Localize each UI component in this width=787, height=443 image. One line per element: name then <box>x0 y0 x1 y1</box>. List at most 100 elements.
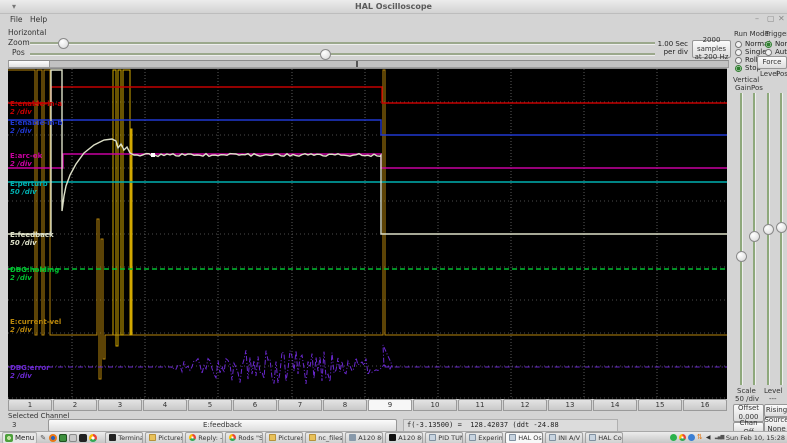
trigger-mode-auto[interactable]: Auto <box>765 48 787 56</box>
zoom-slider-track[interactable] <box>30 42 655 45</box>
channel-name: E:enable-in-a <box>10 100 63 108</box>
taskbar-window-8[interactable]: A120 80... <box>385 431 424 443</box>
channel-name: E:arc-ok <box>10 152 43 160</box>
record-position-handle[interactable] <box>9 61 50 67</box>
trigger-level-slider-handle[interactable] <box>763 224 774 235</box>
record-position-strip[interactable] <box>8 60 729 68</box>
close-button[interactable]: ✕ <box>778 15 785 23</box>
update-icon[interactable] <box>687 434 695 441</box>
taskbar-window-9[interactable]: PID TUNE <box>425 431 464 443</box>
channel-tab-5[interactable]: 5 <box>188 399 232 411</box>
chrome-icon <box>189 434 197 441</box>
channel-tab-10[interactable]: 10 <box>413 399 457 411</box>
taskbar-window-1[interactable]: Terminal <box>105 431 144 443</box>
channel-label-3: E:arc-ok 2 /div <box>10 152 42 168</box>
menu-icon <box>5 433 13 442</box>
trigger-position-tick <box>356 61 358 67</box>
channel-tab-12[interactable]: 12 <box>503 399 547 411</box>
channel-label-8: DBG:error 2 /div <box>10 364 50 380</box>
taskbar-window-3[interactable]: Reply: -... <box>185 431 224 443</box>
chrome-icon[interactable] <box>89 433 98 442</box>
radio-icon <box>765 48 772 56</box>
channel-tab-7[interactable]: 7 <box>278 399 322 411</box>
taskbar-window-11[interactable]: HAL Osc... <box>505 431 544 443</box>
volume-icon[interactable]: ◀ <box>706 434 713 441</box>
radio-icon <box>735 48 742 56</box>
pencil-icon[interactable]: ✎ <box>39 434 47 442</box>
chrome-icon[interactable] <box>678 434 686 441</box>
trigger-force-button[interactable]: Force <box>757 56 787 69</box>
gain-slider-track[interactable] <box>740 93 743 385</box>
taskbar-window-label: Pictures <box>158 433 184 442</box>
taskbar-window-7[interactable]: A120 80... <box>345 431 384 443</box>
vertical-pos-slider-handle[interactable] <box>749 231 760 242</box>
taskbar-window-label: nc_files <box>318 433 343 442</box>
messenger-icon[interactable] <box>669 434 677 441</box>
minimize-button[interactable]: – <box>755 15 759 23</box>
run-mode-title: Run Mode <box>734 30 769 38</box>
channel-tab-8[interactable]: 8 <box>323 399 367 411</box>
window-icon <box>589 434 597 441</box>
taskbar-window-6[interactable]: nc_files <box>305 431 344 443</box>
channel-scale: 50 /div <box>10 188 37 196</box>
channel-tab-16[interactable]: 16 <box>683 399 727 411</box>
pos-slider-handle[interactable] <box>320 49 331 60</box>
channel-label-7: E:current-vel 2 /div <box>10 318 61 334</box>
horizontal-section-label: Horizontal <box>8 28 47 37</box>
menu-file[interactable]: File <box>7 14 26 25</box>
channel-tab-4[interactable]: 4 <box>143 399 187 411</box>
channel-name: E:enable-in-b <box>10 119 63 127</box>
offset-label: Offset <box>737 404 760 413</box>
channel-name: E:feedback <box>10 231 54 239</box>
taskbar-window-label: HAL Co... <box>598 433 622 442</box>
maximize-button[interactable]: ▢ <box>767 15 775 23</box>
channel-tab-6[interactable]: 6 <box>233 399 277 411</box>
channel-tab-2[interactable]: 2 <box>53 399 97 411</box>
channel-tab-1[interactable]: 1 <box>8 399 52 411</box>
zoom-slider-handle[interactable] <box>58 38 69 49</box>
taskbar-window-label: A120 80... <box>358 433 382 442</box>
gain-slider-handle[interactable] <box>736 251 747 262</box>
trigger-pos-slider-track[interactable] <box>780 93 783 385</box>
channel-tab-9[interactable]: 9 <box>368 399 412 411</box>
taskbar-window-2[interactable]: Pictures <box>145 431 184 443</box>
radio-label: Auto <box>775 48 787 56</box>
files-icon[interactable] <box>69 433 78 442</box>
firefox-icon[interactable] <box>49 433 58 442</box>
channel-tab-15[interactable]: 15 <box>638 399 682 411</box>
channel-tab-14[interactable]: 14 <box>593 399 637 411</box>
taskbar-window-label: Pictures <box>278 433 304 442</box>
taskbar-menu-button[interactable]: Menu <box>2 431 38 443</box>
rising-button[interactable]: Rising <box>764 404 787 417</box>
konsole-icon[interactable] <box>79 433 88 442</box>
samples-button[interactable]: 2000 samples at 200 Hz <box>692 36 731 61</box>
sec-per-div-unit: per div <box>663 48 688 56</box>
signal-icon[interactable]: ▂▄▆ <box>715 434 725 441</box>
trigger-level-slider-track[interactable] <box>767 93 770 385</box>
green-terminal-icon[interactable] <box>59 433 68 442</box>
level-label: Level <box>764 387 783 395</box>
menu-help[interactable]: Help <box>27 14 50 25</box>
taskbar-window-12[interactable]: INI A/V <box>545 431 584 443</box>
taskbar-window-5[interactable]: Pictures <box>265 431 304 443</box>
title-bar: ▾ HAL Oscilloscope <box>0 0 787 14</box>
run-mode-roll[interactable]: Roll <box>735 56 758 64</box>
run-mode-single[interactable]: Single <box>735 48 767 56</box>
channel-name: E:current-vel <box>10 318 62 326</box>
channel-tab-13[interactable]: 13 <box>548 399 592 411</box>
chrome-icon <box>229 434 237 441</box>
zoom-slider-label: Zoom <box>8 38 30 47</box>
channel-scale: 2 /div <box>10 108 32 116</box>
channel-name: E:perturb <box>10 180 48 188</box>
channel-tabs: 1 2 3 4 5 6 7 8 9 10 11 12 13 14 15 16 <box>8 399 727 411</box>
channel-tab-3[interactable]: 3 <box>98 399 142 411</box>
taskbar-window-4[interactable]: Rods "S... <box>225 431 264 443</box>
pos-slider-track[interactable] <box>30 53 655 56</box>
network-icon[interactable]: ⇅ <box>697 434 704 441</box>
channel-tab-11[interactable]: 11 <box>458 399 502 411</box>
taskbar: Menu ✎ Terminal Pictures Reply: -... Rods "… <box>0 431 787 443</box>
taskbar-window-10[interactable]: Experim... <box>465 431 504 443</box>
trigger-pos-slider-handle[interactable] <box>776 222 787 233</box>
trigger-mode-normal[interactable]: Normal <box>765 40 787 48</box>
taskbar-window-13[interactable]: HAL Co... <box>585 431 624 443</box>
